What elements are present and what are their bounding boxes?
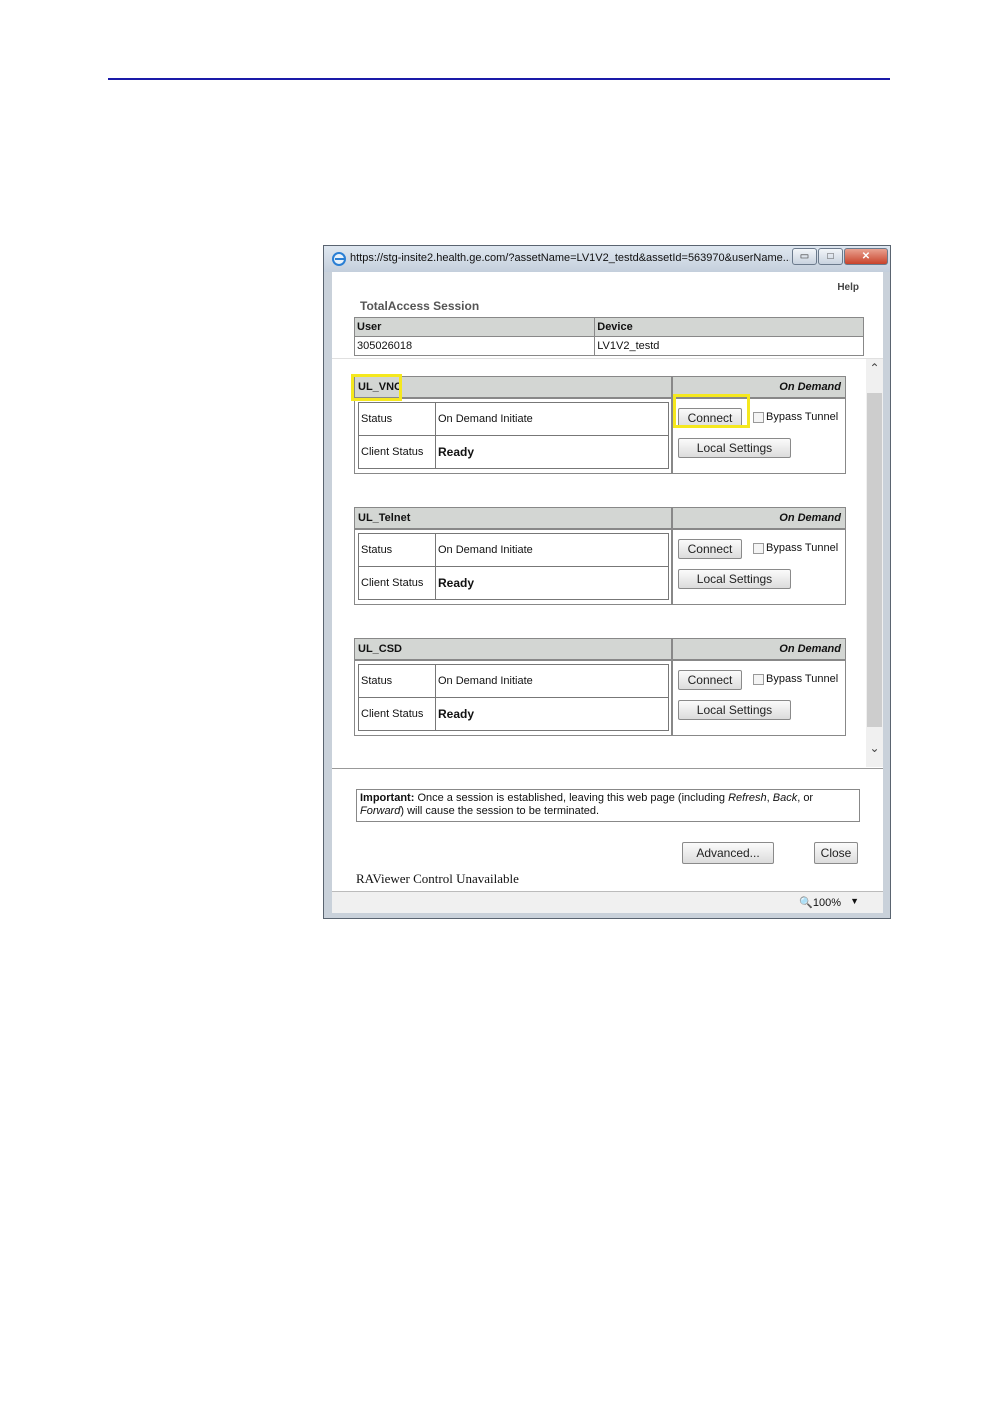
zoom-level[interactable]: 🔍100%	[799, 896, 841, 909]
important-notice: Important: Once a session is established…	[356, 789, 860, 822]
footer-divider	[332, 768, 883, 769]
bypass-tunnel-label: Bypass Tunnel	[766, 673, 839, 685]
highlight-session-name	[351, 374, 402, 401]
session-info-table: User Device 305026018 LV1V2_testd	[353, 317, 864, 356]
notice-text: ) will cause the session to be terminate…	[400, 805, 600, 817]
scrollbar-thumb[interactable]	[867, 393, 882, 727]
status-label: Status	[358, 664, 436, 698]
session-status-table: Status On Demand Initiate Client Status …	[354, 529, 672, 605]
user-value: 305026018	[353, 336, 596, 356]
vertical-scrollbar[interactable]: ⌃ ⌄	[866, 359, 883, 767]
page-title: TotalAccess Session	[360, 299, 480, 313]
title-bar: https://stg-insite2.health.ge.com/?asset…	[324, 246, 890, 272]
notice-forward: Forward	[360, 805, 401, 817]
session-panel-ul-vnc: UL_VNC On Demand Status On Demand Initia…	[354, 376, 846, 474]
session-controls: Connect Bypass Tunnel Local Settings	[672, 529, 846, 605]
bypass-tunnel-label: Bypass Tunnel	[766, 542, 839, 554]
notice-refresh: Refresh	[728, 792, 767, 804]
session-name: UL_CSD	[354, 638, 672, 660]
status-value: On Demand Initiate	[435, 402, 669, 436]
client-status-value: Ready	[435, 697, 669, 731]
session-controls: Connect Bypass Tunnel Local Settings	[672, 660, 846, 736]
status-label: Status	[358, 402, 436, 436]
local-settings-button[interactable]: Local Settings	[678, 700, 791, 720]
client-status-label: Client Status	[358, 435, 436, 469]
browser-window: https://stg-insite2.health.ge.com/?asset…	[323, 245, 891, 919]
session-panel-ul-telnet: UL_Telnet On Demand Status On Demand Ini…	[354, 507, 846, 605]
session-panel-ul-csd: UL_CSD On Demand Status On Demand Initia…	[354, 638, 846, 736]
session-mode: On Demand	[672, 507, 846, 529]
session-name: UL_Telnet	[354, 507, 672, 529]
client-status-value: Ready	[435, 566, 669, 600]
notice-sep: , or	[797, 792, 814, 804]
highlight-connect-button	[673, 394, 750, 428]
session-status-table: Status On Demand Initiate Client Status …	[354, 660, 672, 736]
client-status-label: Client Status	[358, 697, 436, 731]
page-content: Help TotalAccess Session User Device 305…	[332, 272, 883, 891]
notice-bold: Important:	[360, 792, 415, 804]
device-header: Device	[594, 317, 864, 337]
client-status-label: Client Status	[358, 566, 436, 600]
maximize-button[interactable]: □	[818, 248, 843, 265]
bypass-tunnel-checkbox[interactable]	[753, 543, 764, 554]
status-label: Status	[358, 533, 436, 567]
session-mode: On Demand	[672, 638, 846, 660]
connect-button[interactable]: Connect	[678, 670, 742, 690]
help-link[interactable]: Help	[837, 282, 859, 293]
bypass-tunnel-checkbox[interactable]	[753, 674, 764, 685]
status-value: On Demand Initiate	[435, 664, 669, 698]
close-window-button[interactable]: ✕	[844, 248, 888, 265]
status-value: On Demand Initiate	[435, 533, 669, 567]
header-rule	[108, 78, 890, 80]
status-bar: 🔍100% ▼	[332, 891, 883, 913]
zoom-dropdown-icon[interactable]: ▼	[850, 896, 859, 906]
local-settings-button[interactable]: Local Settings	[678, 438, 791, 458]
close-button[interactable]: Close	[814, 842, 858, 864]
client-status-value: Ready	[435, 435, 669, 469]
notice-back: Back	[772, 792, 798, 804]
zoom-value: 100%	[812, 897, 841, 909]
bypass-tunnel-checkbox[interactable]	[753, 412, 764, 423]
url-title: https://stg-insite2.health.ge.com/?asset…	[350, 252, 790, 264]
user-header: User	[353, 317, 596, 337]
minimize-button[interactable]: ▭	[792, 248, 817, 265]
scroll-down-icon[interactable]: ⌄	[866, 741, 883, 755]
bypass-tunnel-label: Bypass Tunnel	[766, 411, 839, 423]
local-settings-button[interactable]: Local Settings	[678, 569, 791, 589]
scroll-up-icon[interactable]: ⌃	[866, 361, 883, 375]
session-status-table: Status On Demand Initiate Client Status …	[354, 398, 672, 474]
advanced-button[interactable]: Advanced...	[682, 842, 774, 864]
sessions-scroll-area: UL_VNC On Demand Status On Demand Initia…	[332, 358, 883, 767]
browser-icon	[332, 252, 346, 266]
connect-button[interactable]: Connect	[678, 539, 742, 559]
device-value: LV1V2_testd	[594, 336, 864, 356]
raviewer-status: RAViewer Control Unavailable	[356, 871, 519, 886]
notice-text: Once a session is established, leaving t…	[414, 792, 729, 804]
